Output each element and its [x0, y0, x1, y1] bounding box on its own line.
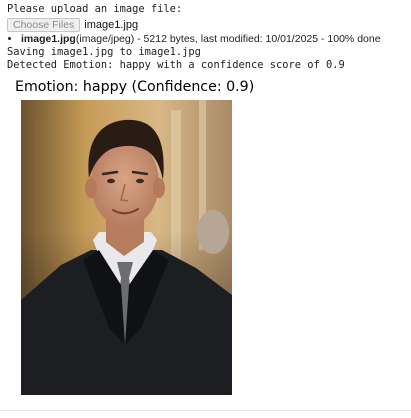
saving-message: Saving image1.jpg to image1.jpg — [7, 46, 201, 58]
uploaded-file-list: image1.jpg(image/jpeg) - 5212 bytes, las… — [7, 33, 407, 46]
upload-prompt: Please upload an image file: — [7, 3, 183, 15]
detected-emotion-message: Detected Emotion: happy with a confidenc… — [7, 59, 345, 71]
file-entry-name: image1.jpg — [21, 33, 76, 45]
file-entry-details: (image/jpeg) - 5212 bytes, last modified… — [75, 33, 381, 45]
portrait-image — [21, 100, 232, 395]
file-upload-widget: Choose Files image1.jpg — [7, 17, 407, 33]
list-item: image1.jpg(image/jpeg) - 5212 bytes, las… — [21, 33, 407, 46]
choose-files-button[interactable]: Choose Files — [7, 18, 81, 32]
selected-file-name: image1.jpg — [84, 19, 139, 31]
cell-output: Please upload an image file: Choose File… — [7, 3, 407, 72]
figure-title: Emotion: happy (Confidence: 0.9) — [15, 79, 255, 95]
output-divider — [0, 410, 411, 411]
